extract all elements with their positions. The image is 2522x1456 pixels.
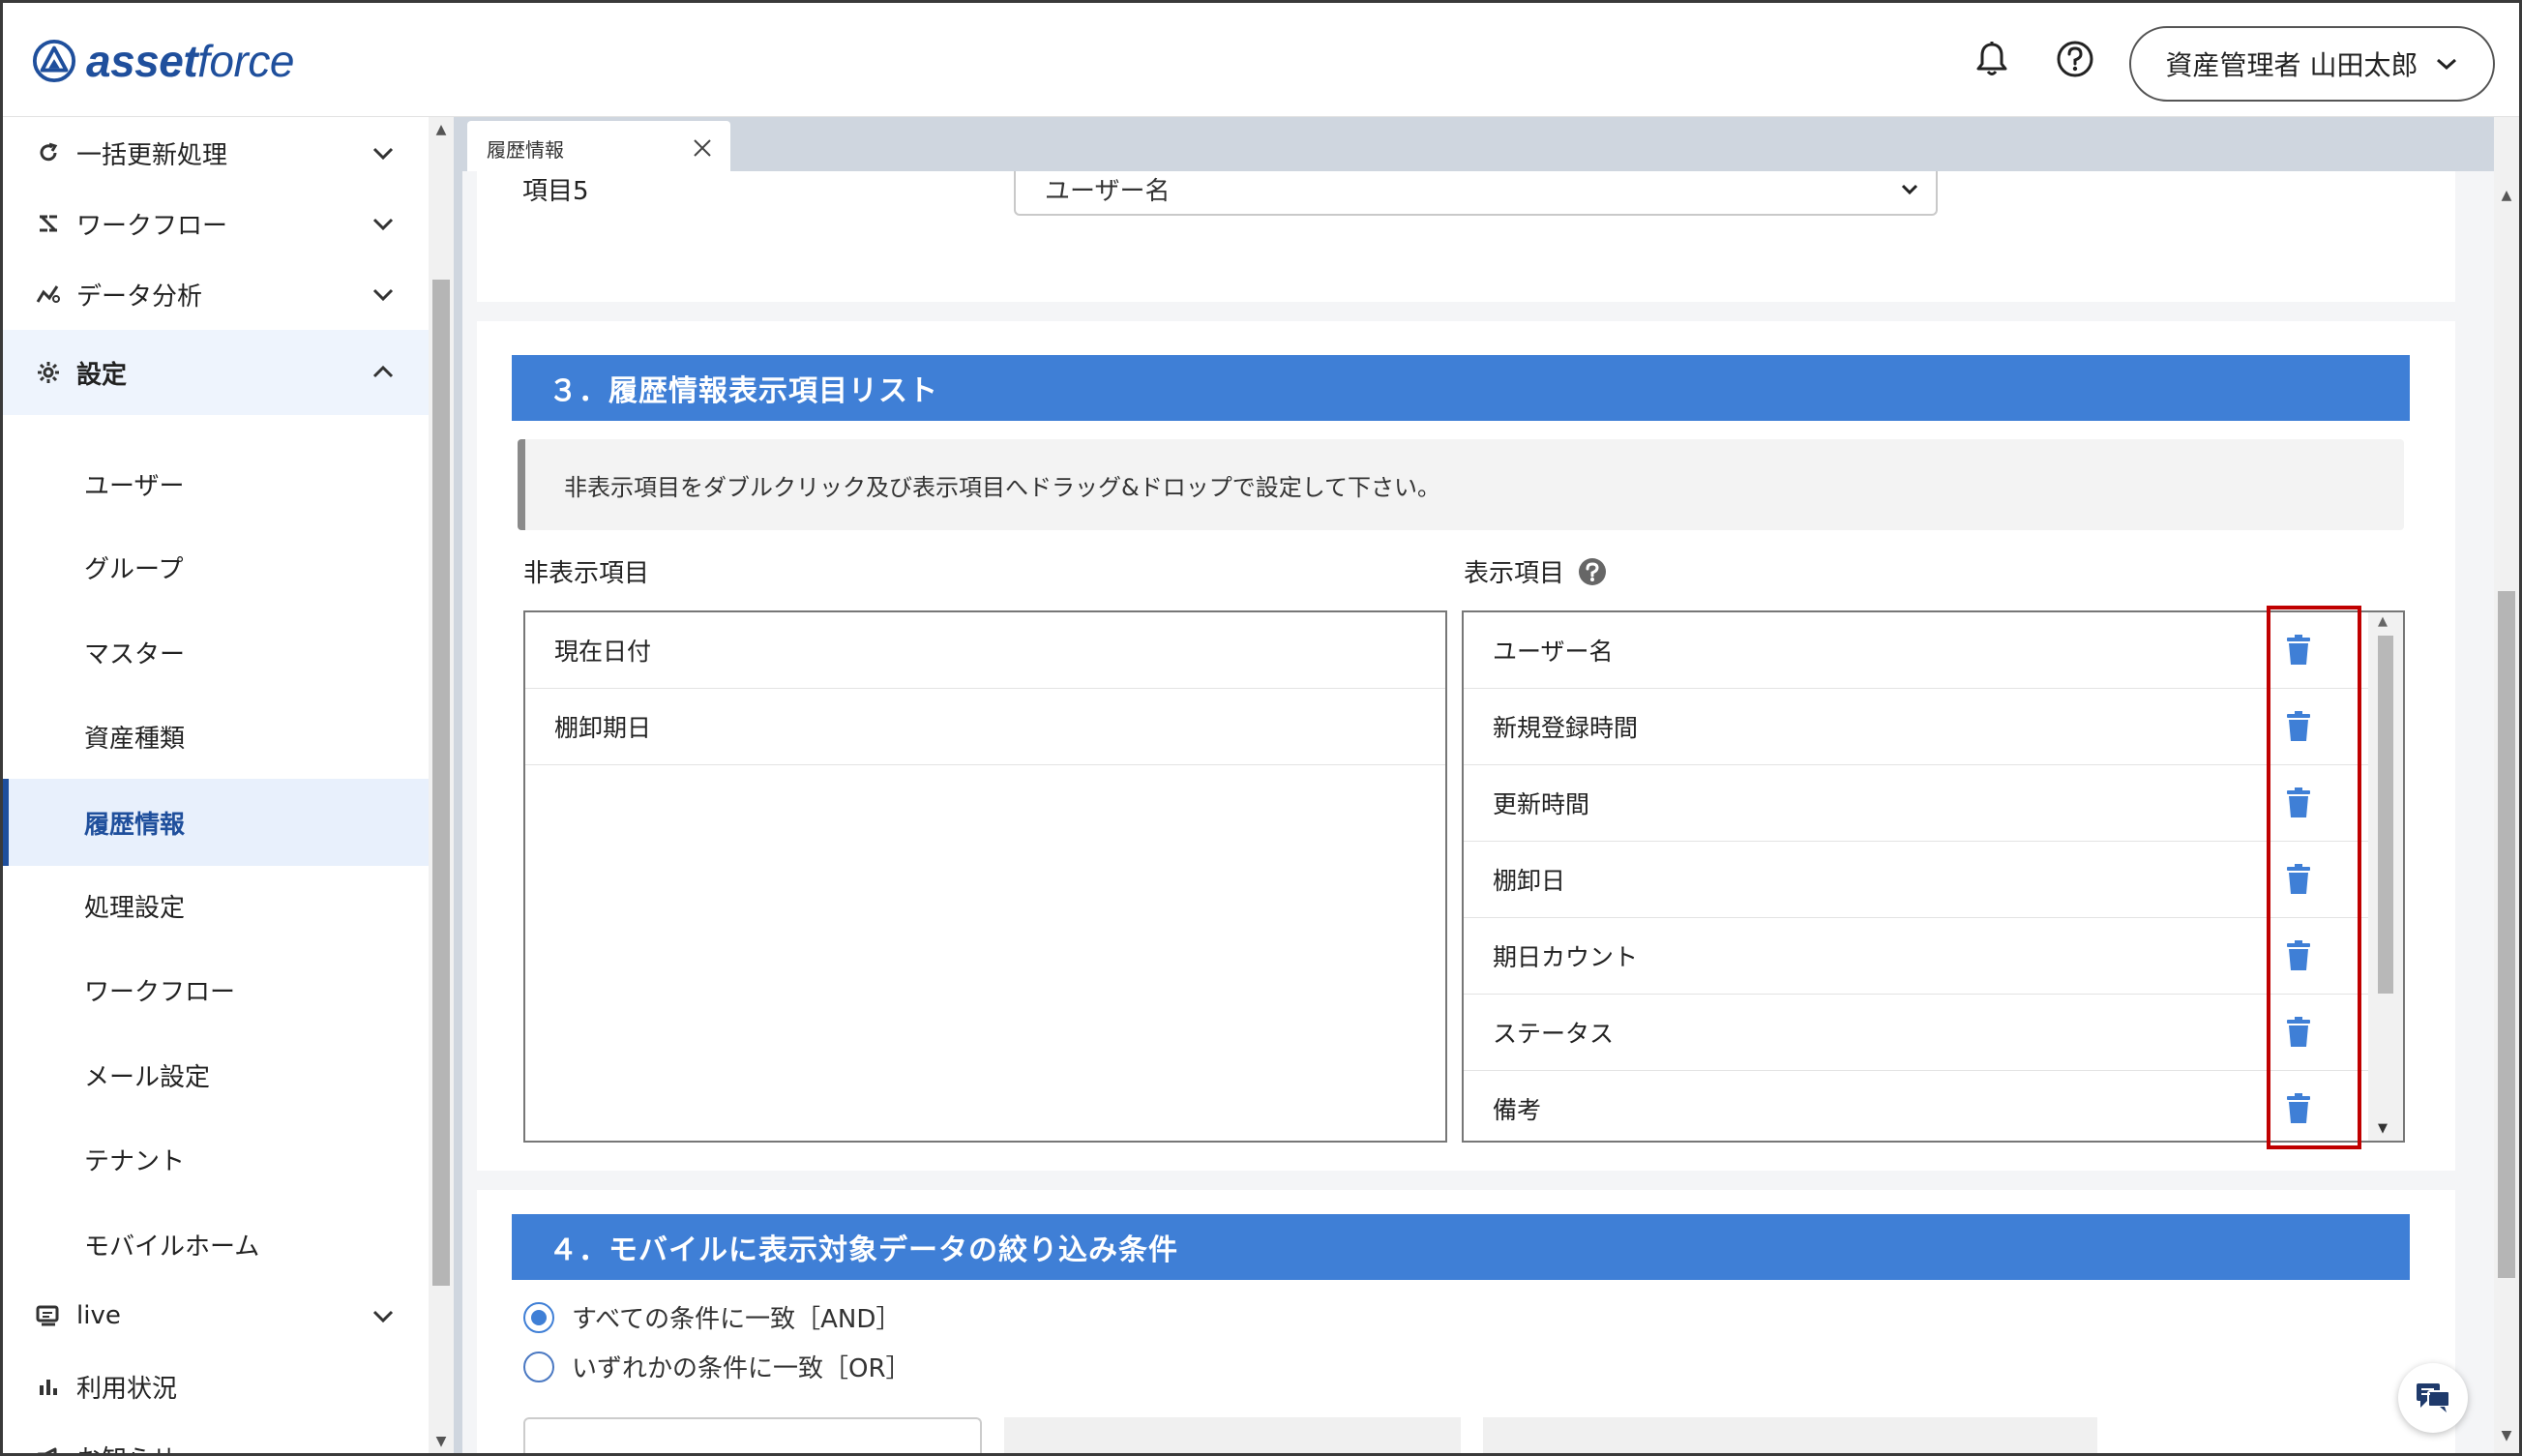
tab-history-info[interactable]: 履歴情報: [467, 121, 730, 175]
shown-item[interactable]: 期日カウント: [1464, 918, 2403, 995]
chevron-down-icon: [372, 288, 394, 302]
radio-or[interactable]: いずれかの条件に一致［OR］: [523, 1349, 911, 1384]
sidebar-subitem-users[interactable]: ユーザー: [3, 442, 429, 525]
user-name-label: 資産管理者 山田太郎: [2165, 49, 2418, 81]
condition-value-field[interactable]: [1483, 1417, 2097, 1453]
sidebar-item-usage[interactable]: 利用状況: [3, 1352, 429, 1420]
app-window: assetforce 資産管理者 山田太郎 一括更新処理 ワークフロー データ分…: [0, 0, 2522, 1456]
refresh-icon: [34, 138, 63, 167]
bar-chart-icon: [34, 1372, 63, 1401]
section3-card: ３．履歴情報表示項目リスト 非表示項目をダブルクリック及び表示項目へドラッグ&ド…: [477, 321, 2455, 1171]
megaphone-icon: [34, 1442, 63, 1453]
app-header: assetforce 資産管理者 山田太郎: [3, 3, 2519, 117]
sidebar-scrollbar[interactable]: ▲ ▼: [429, 117, 454, 1453]
sidebar-scrollbar-thumb[interactable]: [432, 280, 450, 1286]
sidebar-subitem-workflow[interactable]: ワークフロー: [3, 948, 429, 1031]
help-circle-icon[interactable]: [2054, 38, 2096, 80]
trash-column-highlight: [2267, 606, 2361, 1149]
sidebar-item-announcements[interactable]: お知らせ: [3, 1423, 429, 1453]
item5-label: 項目5: [522, 177, 589, 206]
logo-text: assetforce: [86, 36, 294, 86]
radio-button-unchecked[interactable]: [523, 1351, 554, 1382]
radio-button-checked[interactable]: [523, 1301, 554, 1333]
section4-card: ４．モバイルに表示対象データの絞り込み条件 すべての条件に一致［AND］ いずれ…: [477, 1190, 2455, 1453]
hidden-item[interactable]: 棚卸期日: [525, 689, 1445, 765]
sidebar-subitem-groups[interactable]: グループ: [3, 525, 429, 609]
hidden-item[interactable]: 現在日付: [525, 612, 1445, 689]
help-icon[interactable]: [1578, 557, 1607, 586]
section3-header: ３．履歴情報表示項目リスト: [512, 355, 2410, 421]
scroll-down-arrow-icon[interactable]: ▼: [2378, 1121, 2388, 1136]
hidden-items-list[interactable]: 現在日付 棚卸期日: [523, 610, 1447, 1143]
workflow-icon: [34, 209, 63, 238]
scroll-up-arrow-icon[interactable]: ▲: [432, 121, 450, 138]
shown-item[interactable]: 更新時間: [1464, 765, 2403, 842]
shown-item[interactable]: 新規登録時間: [1464, 689, 2403, 765]
condition-field[interactable]: [523, 1417, 982, 1453]
shown-list-scrollbar[interactable]: ▲ ▼: [2368, 612, 2403, 1141]
notification-bell-icon[interactable]: [1971, 38, 2013, 80]
chevron-down-icon: [2437, 58, 2457, 71]
main-content: 項目5 ユーザー名 ３．履歴情報表示項目リスト 非表示項目をダブルクリック及び表…: [462, 171, 2494, 1453]
sidebar-subitem-master[interactable]: マスター: [3, 610, 429, 694]
sidebar-subitem-history-info[interactable]: 履歴情報: [3, 779, 429, 866]
chevron-down-icon: [372, 147, 394, 161]
shown-list-scrollbar-thumb[interactable]: [2378, 636, 2393, 994]
chevron-up-icon: [372, 365, 394, 378]
shown-item[interactable]: 棚卸日: [1464, 842, 2403, 918]
hidden-items-title: 非表示項目: [523, 559, 650, 588]
sidebar-item-workflow[interactable]: ワークフロー: [3, 190, 429, 257]
section3-notice: 非表示項目をダブルクリック及び表示項目へドラッグ&ドロップで設定して下さい。: [518, 439, 2404, 530]
main-scrollbar[interactable]: ▲ ▼: [2494, 117, 2519, 1453]
item5-select[interactable]: ユーザー名: [1014, 171, 1938, 216]
sidebar-item-bulk-update[interactable]: 一括更新処理: [3, 119, 429, 187]
scroll-down-arrow-icon[interactable]: ▼: [2498, 1427, 2515, 1444]
gear-icon: [34, 358, 63, 387]
close-icon[interactable]: [690, 135, 715, 161]
radio-and[interactable]: すべての条件に一致［AND］: [523, 1299, 901, 1335]
condition-operator-field[interactable]: [1004, 1417, 1461, 1453]
chat-button[interactable]: [2398, 1363, 2468, 1433]
shown-items-title: 表示項目: [1464, 553, 1607, 589]
item-card: 項目5 ユーザー名: [477, 171, 2455, 302]
scroll-down-arrow-icon[interactable]: ▼: [432, 1433, 450, 1450]
sidebar-item-settings[interactable]: 設定: [3, 330, 429, 415]
sidebar-subitem-tenant[interactable]: テナント: [3, 1117, 429, 1201]
section4-header: ４．モバイルに表示対象データの絞り込み条件: [512, 1214, 2410, 1280]
logo-mark-icon: [32, 39, 76, 83]
chevron-down-icon: [372, 218, 394, 231]
chevron-down-icon: [1901, 184, 1918, 195]
user-menu-button[interactable]: 資産管理者 山田太郎: [2129, 26, 2495, 102]
shown-item[interactable]: 備考: [1464, 1071, 2403, 1141]
sidebar-subitem-mail-settings[interactable]: メール設定: [3, 1033, 429, 1116]
sidebar-subitem-mobile-home[interactable]: モバイルホーム: [3, 1203, 429, 1286]
scroll-up-arrow-icon[interactable]: ▲: [2378, 614, 2388, 629]
sidebar-item-live[interactable]: live: [3, 1282, 429, 1350]
live-icon: [34, 1301, 63, 1330]
chat-icon: [2417, 1383, 2450, 1412]
sidebar-item-data-analysis[interactable]: データ分析: [3, 260, 429, 328]
shown-item[interactable]: ユーザー名: [1464, 612, 2403, 689]
logo[interactable]: assetforce: [32, 30, 294, 92]
sidebar-subitem-process-settings[interactable]: 処理設定: [3, 864, 429, 947]
sidebar-subitem-asset-types[interactable]: 資産種類: [3, 695, 429, 778]
analytics-icon: [34, 280, 63, 309]
scroll-up-arrow-icon[interactable]: ▲: [2498, 187, 2515, 204]
main-scrollbar-thumb[interactable]: [2498, 591, 2515, 1278]
shown-items-list[interactable]: ユーザー名 新規登録時間 更新時間 棚卸日 期日カウント ステータス 備考 ▲ …: [1462, 610, 2405, 1143]
shown-item[interactable]: ステータス: [1464, 995, 2403, 1071]
sidebar: 一括更新処理 ワークフロー データ分析 設定 ユーザー グループ マスター 資産…: [3, 117, 429, 1453]
chevron-down-icon: [372, 1310, 394, 1323]
